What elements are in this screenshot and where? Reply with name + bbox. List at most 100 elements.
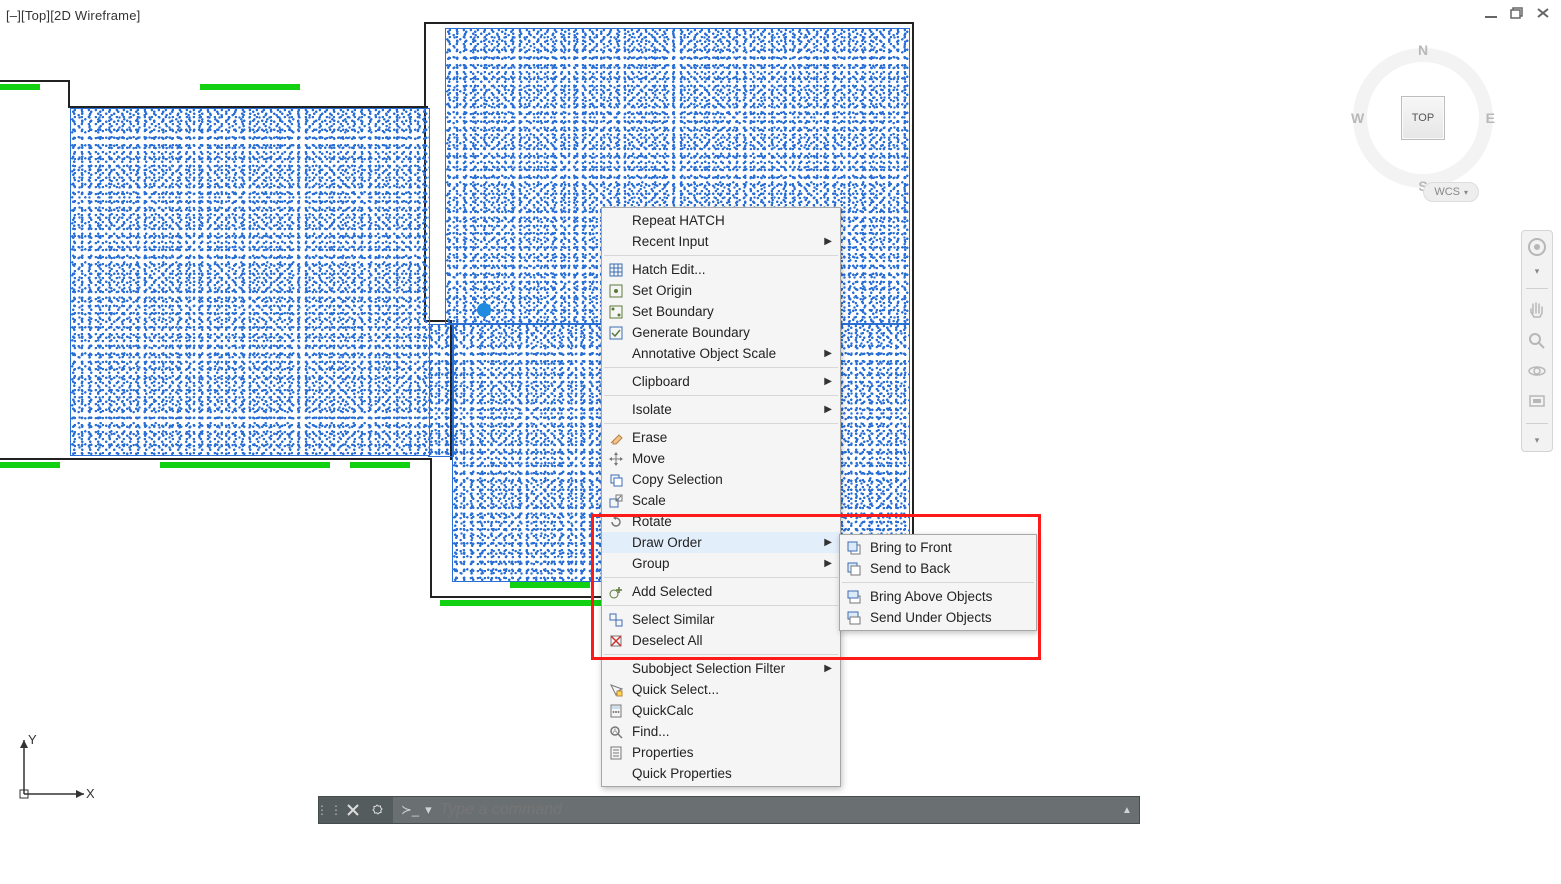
menu-item-quick-select[interactable]: Quick Select... <box>602 679 840 700</box>
menu-item-group[interactable]: Group ▶ <box>602 553 840 574</box>
zoom-extents-icon[interactable] <box>1527 331 1547 351</box>
menu-item-add-selected[interactable]: Add Selected <box>602 581 840 602</box>
menu-item-properties[interactable]: Properties <box>602 742 840 763</box>
submenu-arrow-icon: ▶ <box>824 663 832 674</box>
submenu-item-send-to-back[interactable]: Send to Back <box>840 558 1036 579</box>
blank-icon <box>606 345 626 363</box>
minimize-icon[interactable] <box>1483 6 1499 20</box>
command-prompt-chevron-icon: ▾ <box>425 802 432 818</box>
menu-item-draw-order[interactable]: Draw Order▶ <box>602 532 840 553</box>
wcs-dropdown[interactable]: WCS▾ <box>1423 182 1479 202</box>
submenu-item-label: Send Under Objects <box>870 610 1028 625</box>
menu-item-recent-input[interactable]: Recent Input▶ <box>602 231 840 252</box>
commandbar-grip-icon[interactable]: ⋮⋮ <box>319 803 341 817</box>
menu-item-subobject-selection-filter[interactable]: Subobject Selection Filter▶ <box>602 658 840 679</box>
blank-icon <box>606 373 626 391</box>
menu-item-label: Set Origin <box>632 283 818 298</box>
menu-item-hatch-edit[interactable]: Hatch Edit... <box>602 259 840 280</box>
command-bar[interactable]: ⋮⋮ ≻_▾ ▲ <box>318 796 1140 824</box>
menu-item-set-origin[interactable]: Set Origin <box>602 280 840 301</box>
restore-icon[interactable] <box>1509 6 1525 20</box>
viewcube-west[interactable]: W <box>1351 110 1364 126</box>
menu-item-label: Select Similar <box>632 612 818 627</box>
erase-icon <box>606 429 626 447</box>
menu-item-isolate[interactable]: Isolate▶ <box>602 399 840 420</box>
menu-item-label: Repeat HATCH <box>632 213 818 228</box>
menu-item-label: Generate Boundary <box>632 325 818 340</box>
menu-item-annotative-object-scale[interactable]: Annotative Object Scale▶ <box>602 343 840 364</box>
menu-item-label: Deselect All <box>632 633 818 648</box>
viewcube-ring-icon[interactable] <box>1353 48 1493 188</box>
submenu-item-label: Bring to Front <box>870 540 1028 555</box>
command-input[interactable] <box>438 800 1115 820</box>
menu-item-clipboard[interactable]: Clipboard▶ <box>602 371 840 392</box>
commandbar-close-button[interactable] <box>341 798 365 822</box>
context-menu: Repeat HATCH Recent Input▶ Hatch Edit... Se… <box>601 207 841 787</box>
quickcalc-icon <box>606 702 626 720</box>
menu-item-label: Rotate <box>632 514 818 529</box>
deselect-icon <box>606 632 626 650</box>
nav-expand-icon[interactable]: ▾ <box>1535 267 1540 276</box>
viewcube-north[interactable]: N <box>1418 42 1428 58</box>
menu-item-label: Clipboard <box>632 374 818 389</box>
menu-item-quickcalc[interactable]: QuickCalc <box>602 700 840 721</box>
copy-icon <box>606 471 626 489</box>
menu-item-label: Copy Selection <box>632 472 818 487</box>
close-icon[interactable] <box>1535 6 1551 20</box>
menu-item-repeat-hatch[interactable]: Repeat HATCH <box>602 210 840 231</box>
move-icon <box>606 450 626 468</box>
blank-icon <box>606 534 626 552</box>
set-boundary-icon <box>606 303 626 321</box>
menu-item-quick-properties[interactable]: Quick Properties <box>602 763 840 784</box>
viewport-label[interactable]: [–][Top][2D Wireframe] <box>6 8 140 23</box>
menu-item-copy-selection[interactable]: Copy Selection <box>602 469 840 490</box>
menu-item-rotate[interactable]: Rotate <box>602 511 840 532</box>
ucs-icon[interactable]: X Y <box>14 734 94 804</box>
menu-item-label: QuickCalc <box>632 703 818 718</box>
menu-item-find[interactable]: AFind... <box>602 721 840 742</box>
nav-collapse-icon[interactable]: ▾ <box>1535 436 1540 445</box>
menu-item-erase[interactable]: Erase <box>602 427 840 448</box>
pan-icon[interactable] <box>1527 301 1547 321</box>
viewcube[interactable]: TOP N S E W <box>1333 28 1513 208</box>
submenu-item-label: Bring Above Objects <box>870 589 1028 604</box>
hatched-region-connector[interactable] <box>428 324 454 457</box>
scale-icon <box>606 492 626 510</box>
submenu-item-bring-to-front[interactable]: Bring to Front <box>840 537 1036 558</box>
properties-icon <box>606 744 626 762</box>
showmotion-icon[interactable] <box>1527 391 1547 411</box>
menu-separator <box>604 423 838 424</box>
blank-icon <box>606 555 626 573</box>
front-icon <box>844 539 864 557</box>
menu-item-label: Group <box>632 556 818 571</box>
menu-item-move[interactable]: Move <box>602 448 840 469</box>
submenu-item-send-under-objects[interactable]: Send Under Objects <box>840 607 1036 628</box>
commandbar-expand-button[interactable]: ▲ <box>1115 797 1139 823</box>
submenu-arrow-icon: ▶ <box>824 348 832 359</box>
orbit-icon[interactable] <box>1527 361 1547 381</box>
quick-select-icon <box>606 681 626 699</box>
menu-item-deselect-all[interactable]: Deselect All <box>602 630 840 651</box>
above-icon <box>844 588 864 606</box>
submenu-arrow-icon: ▶ <box>824 236 832 247</box>
commandbar-customize-button[interactable] <box>365 798 389 822</box>
menu-item-label: Draw Order <box>632 535 818 550</box>
steering-wheel-icon[interactable] <box>1527 237 1547 257</box>
draw-order-submenu: Bring to Front Send to Back Bring Above Ob… <box>839 534 1037 631</box>
hatch-edit-icon <box>606 261 626 279</box>
gen-boundary-icon <box>606 324 626 342</box>
ucs-y-label: Y <box>28 734 37 747</box>
menu-item-scale[interactable]: Scale <box>602 490 840 511</box>
menu-item-label: Add Selected <box>632 584 818 599</box>
menu-item-generate-boundary[interactable]: Generate Boundary <box>602 322 840 343</box>
menu-item-label: Hatch Edit... <box>632 262 818 277</box>
svg-text:A: A <box>613 729 617 735</box>
selection-grip-icon[interactable] <box>477 303 491 317</box>
viewcube-east[interactable]: E <box>1486 110 1495 126</box>
menu-item-select-similar[interactable]: Select Similar <box>602 609 840 630</box>
menu-item-set-boundary[interactable]: Set Boundary <box>602 301 840 322</box>
menu-item-label: Set Boundary <box>632 304 818 319</box>
submenu-item-bring-above-objects[interactable]: Bring Above Objects <box>840 586 1036 607</box>
hatched-region-left[interactable] <box>70 108 430 456</box>
submenu-arrow-icon: ▶ <box>824 558 832 569</box>
